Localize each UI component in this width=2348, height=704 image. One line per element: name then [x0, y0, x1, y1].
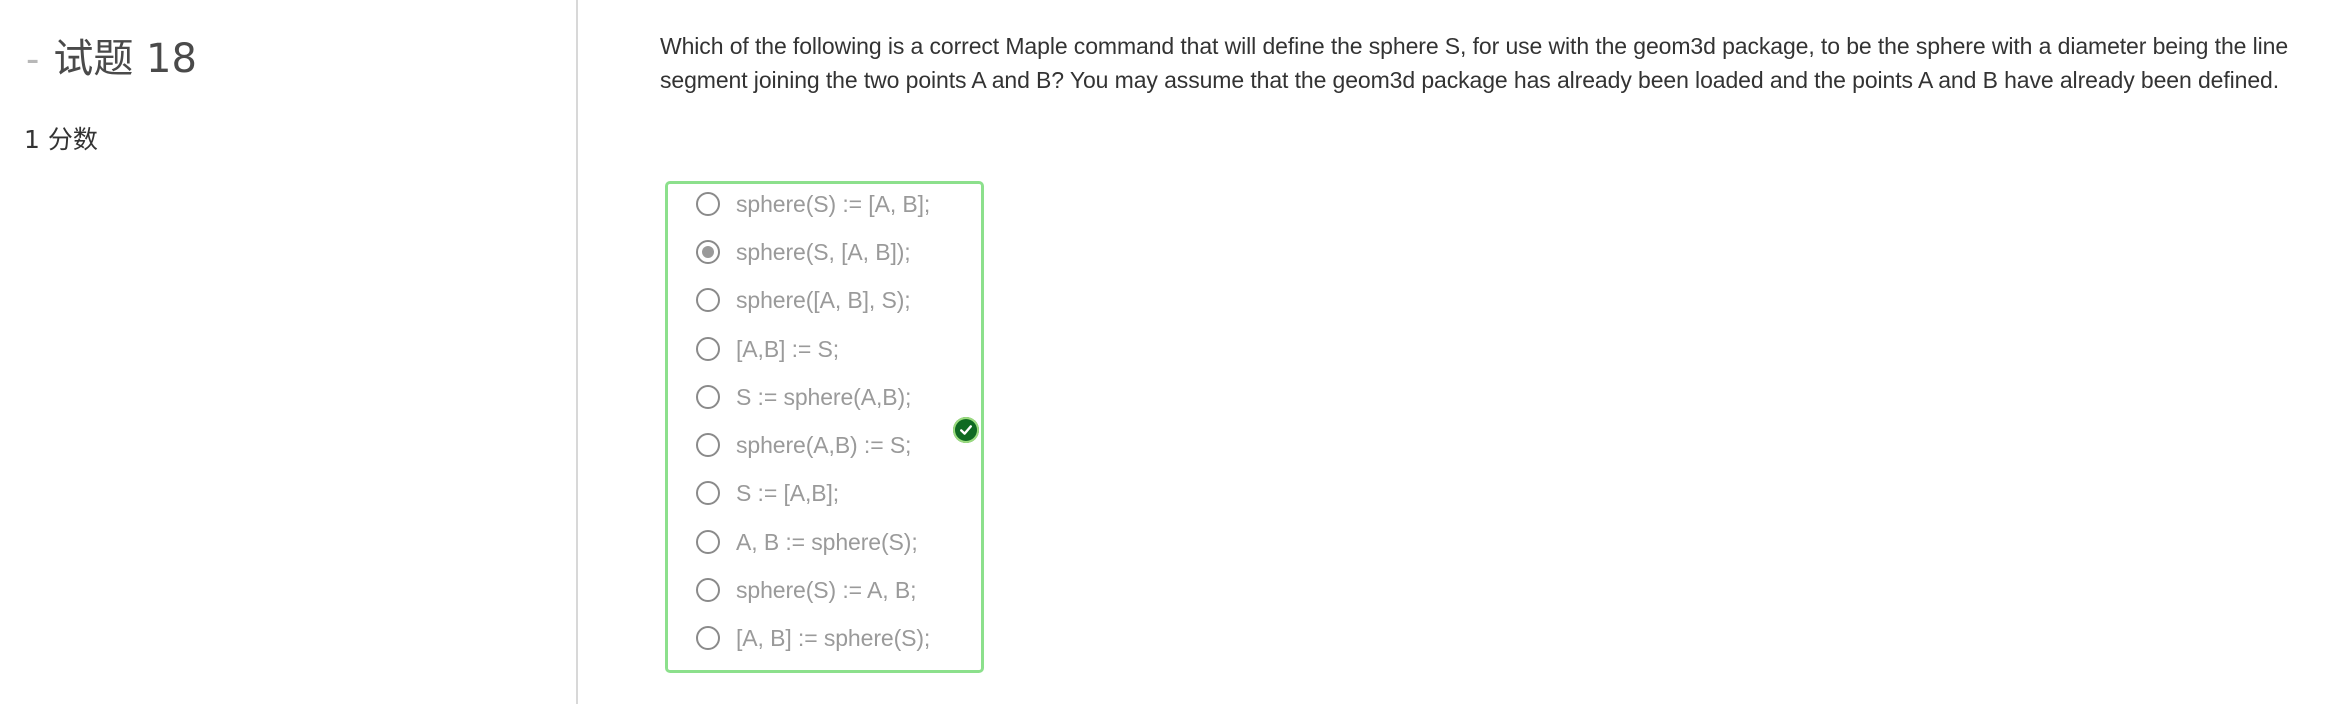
answer-option-label: [A, B] := sphere(S); [736, 624, 931, 651]
answer-option-label: sphere(S, [A, B]); [736, 238, 911, 265]
radio-button[interactable] [696, 288, 720, 312]
answer-option-label: sphere(S) := A, B; [736, 576, 917, 603]
answer-option[interactable]: sphere(A,B) := S; [696, 428, 911, 462]
radio-button[interactable] [696, 192, 720, 216]
answer-option-label: A, B := sphere(S); [736, 528, 918, 555]
answer-option-label: sphere(S) := [A, B]; [736, 190, 931, 217]
answer-option-label: [A,B] := S; [736, 335, 840, 362]
radio-button[interactable] [696, 433, 720, 457]
answer-option-label: S := [A,B]; [736, 479, 840, 506]
answer-option[interactable]: A, B := sphere(S); [696, 525, 918, 559]
question-info-panel: - 试题 18 1 分数 [0, 0, 578, 704]
check-mark-icon [960, 425, 972, 435]
answer-option-label: S := sphere(A,B); [736, 383, 912, 410]
radio-button[interactable] [696, 481, 720, 505]
answer-option[interactable]: sphere([A, B], S); [696, 283, 911, 317]
answer-option[interactable]: S := [A,B]; [696, 476, 839, 510]
radio-button[interactable] [696, 385, 720, 409]
answer-option[interactable]: sphere(S, [A, B]); [696, 235, 911, 269]
answer-option[interactable]: [A,B] := S; [696, 332, 839, 366]
question-prompt: Which of the following is a correct Mapl… [660, 33, 2289, 93]
radio-button[interactable] [696, 626, 720, 650]
answer-option[interactable]: [A, B] := sphere(S); [696, 621, 930, 655]
question-content: Which of the following is a correct Mapl… [660, 0, 2340, 704]
answer-options-box: sphere(S) := [A, B]; sphere(S, [A, B]); … [665, 181, 984, 673]
radio-button-selected[interactable] [696, 240, 720, 264]
radio-button[interactable] [696, 337, 720, 361]
question-header: - 试题 18 [26, 34, 197, 84]
answer-option-label: sphere(A,B) := S; [736, 431, 912, 458]
question-score: 1 分数 [24, 125, 98, 154]
collapse-dash: - [26, 37, 40, 81]
question-layout: - 试题 18 1 分数 Which of the following is a… [0, 0, 2348, 704]
correct-check-icon [953, 417, 979, 443]
radio-button[interactable] [696, 578, 720, 602]
answer-option-label: sphere([A, B], S); [736, 286, 911, 313]
question-title: 试题 18 [53, 36, 197, 82]
answer-option[interactable]: sphere(S) := [A, B]; [696, 187, 930, 221]
answer-option[interactable]: sphere(S) := A, B; [696, 573, 916, 607]
radio-button[interactable] [696, 530, 720, 554]
answer-option[interactable]: S := sphere(A,B); [696, 380, 911, 414]
